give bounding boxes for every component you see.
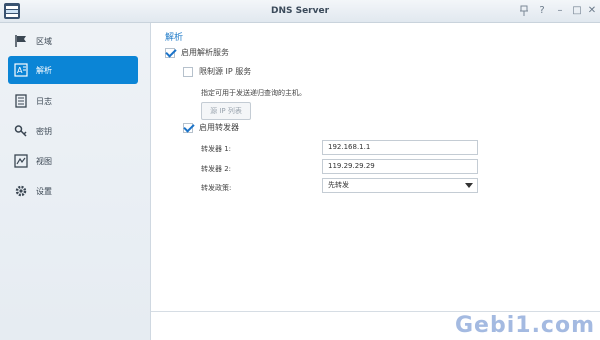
gear-icon xyxy=(14,184,28,198)
sidebar-item-view[interactable]: 视图 xyxy=(8,147,138,175)
checkbox-box[interactable] xyxy=(165,47,175,58)
checkbox-label: 限制源 IP 服务 xyxy=(199,67,252,76)
forwarder1-label: 转发器 1: xyxy=(201,145,232,153)
flag-icon xyxy=(14,34,28,48)
hint-text: 指定可用于发送递归查询的主机。 xyxy=(201,89,306,97)
title-bar[interactable]: DNS Server ? – □ ✕ xyxy=(0,0,600,23)
policy-label: 转发政策: xyxy=(201,184,232,192)
log-icon xyxy=(14,94,28,108)
sidebar-item-resolve[interactable]: A 解析 xyxy=(8,56,138,84)
checkbox-label: 启用解析服务 xyxy=(181,48,229,57)
checkbox-box[interactable] xyxy=(183,66,193,77)
sidebar-item-zone[interactable]: 区域 xyxy=(8,27,138,55)
forwarder2-input[interactable]: 119.29.29.29 xyxy=(322,159,478,174)
help-button[interactable]: ? xyxy=(534,3,550,19)
forwarder2-label: 转发器 2: xyxy=(201,165,232,173)
checkbox-label: 启用转发器 xyxy=(199,123,239,132)
limit-source-ip-checkbox[interactable]: 限制源 IP 服务 xyxy=(183,66,251,77)
sidebar-item-label: 视图 xyxy=(36,156,52,166)
enable-forwarder-checkbox[interactable]: 启用转发器 xyxy=(183,122,239,133)
sidebar-item-label: 解析 xyxy=(36,65,52,75)
section-title: 解析 xyxy=(165,33,184,43)
main-panel: 解析 启用解析服务 限制源 IP 服务 指定可用于发送递归查询的主机。 源 IP… xyxy=(151,23,600,340)
sidebar-item-key[interactable]: 密钥 xyxy=(8,117,138,145)
dns-server-window: DNS Server ? – □ ✕ 区域 A 解析 日志 密钥 视图 设置 解… xyxy=(0,0,600,340)
pin-icon[interactable] xyxy=(516,3,532,19)
checkbox-box[interactable] xyxy=(183,122,193,133)
source-ip-list-button[interactable]: 源 IP 列表 xyxy=(201,102,251,120)
chevron-down-icon[interactable] xyxy=(465,183,473,188)
view-icon xyxy=(14,154,28,168)
sidebar-item-label: 设置 xyxy=(36,186,52,196)
key-icon xyxy=(14,124,28,138)
sidebar-item-label: 区域 xyxy=(36,36,52,46)
watermark: Gebi1.com xyxy=(455,313,600,340)
policy-select[interactable]: 先转发 xyxy=(322,178,478,193)
resolve-icon: A xyxy=(14,63,28,77)
sidebar-item-settings[interactable]: 设置 xyxy=(8,177,138,205)
watermark-text: Gebi1.com xyxy=(455,313,596,338)
minimize-button[interactable]: – xyxy=(552,3,568,19)
sidebar-item-label: 密钥 xyxy=(36,126,52,136)
close-button[interactable]: ✕ xyxy=(584,3,600,19)
sidebar: 区域 A 解析 日志 密钥 视图 设置 xyxy=(0,23,151,340)
sidebar-item-log[interactable]: 日志 xyxy=(8,87,138,115)
window-title: DNS Server xyxy=(270,6,330,16)
svg-text:A: A xyxy=(17,66,23,75)
enable-resolve-checkbox[interactable]: 启用解析服务 xyxy=(165,47,229,58)
maximize-button[interactable]: □ xyxy=(569,3,585,19)
sidebar-item-label: 日志 xyxy=(36,96,52,106)
forwarder1-input[interactable]: 192.168.1.1 xyxy=(322,140,478,155)
policy-select-value: 先转发 xyxy=(328,181,349,189)
